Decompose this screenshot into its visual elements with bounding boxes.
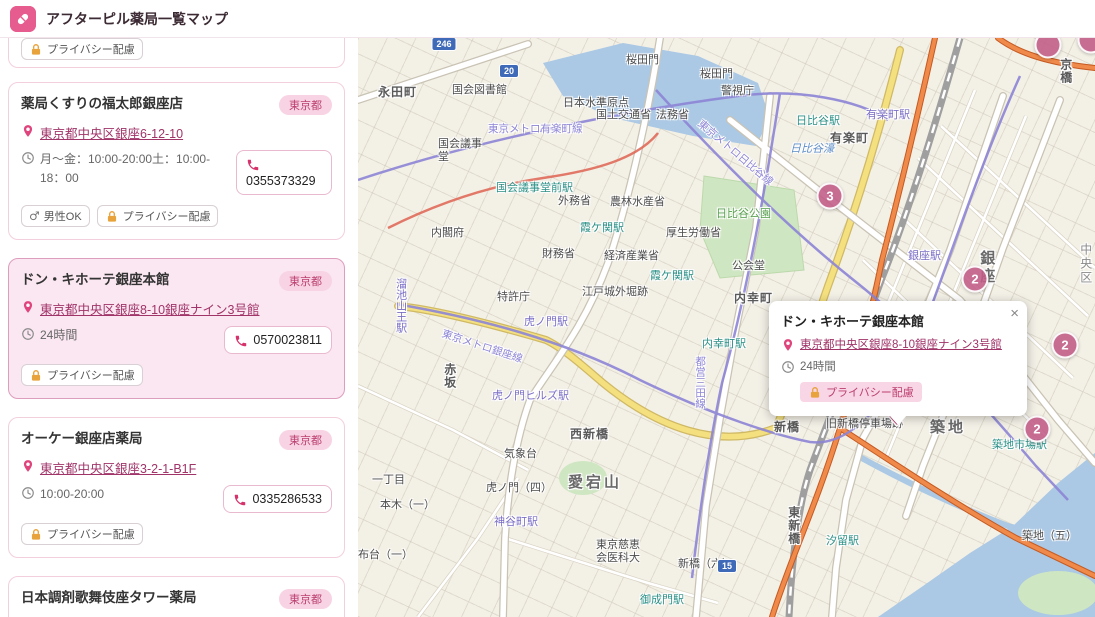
phone-icon [246,158,260,172]
pharmacy-address-link[interactable]: 東京都中央区銀座8-10銀座ナイン3号館 [40,299,259,318]
pharmacy-name: ドン・キホーテ銀座本館 [21,271,170,289]
phone-icon [233,493,247,507]
tag-lock: プライバシー配慮 [21,523,143,545]
road-shield: 15 [717,559,737,573]
prefecture-badge: 東京都 [279,430,332,450]
lock-icon [29,369,43,383]
prefecture-badge: 東京都 [279,589,332,609]
popup-title: ドン・キホーテ銀座本館 [781,311,1001,330]
map-popup: × ドン・キホーテ銀座本館 東京都中央区銀座8-10銀座ナイン3号館 24時間 … [769,301,1027,416]
popup-privacy-tag: プライバシー配慮 [800,382,922,402]
pharmacy-list: 薬局くすりの福太郎銀座店東京都東京都中央区銀座6-12-10月〜金：10:00‐… [8,82,345,617]
pharmacy-card[interactable]: 薬局くすりの福太郎銀座店 東京都東京都中央区銀座6-12-10 月〜金：10:00‐… [8,82,345,240]
tag-lock: プライバシー配慮 [97,205,219,227]
map[interactable]: 国会図書館永田町桜田門桜田門警視庁日本水準原点東京メトロ有楽町線国土交通省法務省… [358,38,1095,617]
clock-icon [781,360,795,374]
app-title: アフターピル薬局一覧マップ [46,9,228,29]
cluster-marker[interactable] [1035,38,1062,59]
pharmacy-hours: 月〜金：10:00‐20:00土：10:00‐18：00 [40,150,228,195]
pin-icon [781,338,795,352]
phone-button[interactable]: 0570023811 [224,326,332,354]
lock-icon [808,386,822,400]
road-shield: 20 [499,64,519,78]
popup-address-link[interactable]: 東京都中央区銀座8-10銀座ナイン3号館 [800,336,1002,352]
tag-privacy: プライバシー配慮 [21,38,143,60]
clock-icon [21,486,35,500]
phone-button[interactable]: 0355373329 [236,150,332,195]
pin-icon [21,124,35,138]
cluster-marker[interactable]: 2 [962,266,989,293]
app-logo-icon [10,6,36,32]
tag-label: 男性OK [44,208,82,224]
lock-icon [29,43,43,57]
lock-icon [105,210,119,224]
prefecture-badge: 東京都 [279,271,332,291]
popup-hours: 24時間 [800,358,836,374]
cluster-marker[interactable]: 2 [1052,332,1079,359]
pharmacy-card[interactable]: オーケー銀座店薬局 東京都東京都中央区銀座3-2-1-B1F 10:00-20:00… [8,417,345,558]
clock-icon [21,151,35,165]
clock-icon [21,327,35,341]
pin-icon [21,459,35,473]
phone-number: 0570023811 [253,333,322,347]
pharmacy-name: 日本調剤歌舞伎座タワー薬局 [21,589,197,607]
pharmacy-name: 薬局くすりの福太郎銀座店 [21,95,183,113]
cluster-marker[interactable]: 2 [1024,416,1051,443]
cluster-marker[interactable]: 3 [817,183,844,210]
pharmacy-address-link[interactable]: 東京都中央区銀座6-12-10 [40,123,183,142]
cluster-marker[interactable] [1078,38,1095,54]
tag-label: プライバシー配慮 [47,41,135,57]
pharmacy-card[interactable]: ドン・キホーテ銀座本館 東京都東京都中央区銀座8-10銀座ナイン3号館 24時間 05… [8,258,345,399]
pharmacy-hours: 10:00-20:00 [40,485,104,513]
phone-icon [234,334,248,348]
lock-icon [29,528,43,542]
popup-privacy-label: プライバシー配慮 [826,384,914,400]
tag-lock: プライバシー配慮 [21,364,143,386]
tag-label: プライバシー配慮 [47,367,135,383]
tag-label: プライバシー配慮 [123,208,211,224]
popup-pointer [889,415,907,425]
pharmacy-sidebar[interactable]: プライバシー配慮 薬局くすりの福太郎銀座店東京都東京都中央区銀座6-12-10月… [0,38,358,617]
header: アフターピル薬局一覧マップ [0,0,1095,38]
tag-label: プライバシー配慮 [47,526,135,542]
phone-button[interactable]: 0335286533 [223,485,332,513]
pharmacy-address-link[interactable]: 東京都中央区銀座3-2-1-B1F [40,458,196,477]
popup-close-button[interactable]: × [1010,306,1019,321]
male-icon: ♂ [29,210,40,224]
pin-icon [21,300,35,314]
pharmacy-name: オーケー銀座店薬局 [21,430,143,448]
phone-number: 0335286533 [252,492,322,506]
pharmacy-hours: 24時間 [40,326,77,354]
phone-number: 0355373329 [246,174,316,188]
tag-male: ♂ 男性OK [21,205,90,227]
road-shield: 246 [431,38,456,51]
pharmacy-card-partial[interactable]: プライバシー配慮 [8,38,345,68]
prefecture-badge: 東京都 [279,95,332,115]
pharmacy-card[interactable]: 日本調剤歌舞伎座タワー薬局東京都東京都中央区銀座4-12-15歌舞伎座タワー16… [8,576,345,617]
